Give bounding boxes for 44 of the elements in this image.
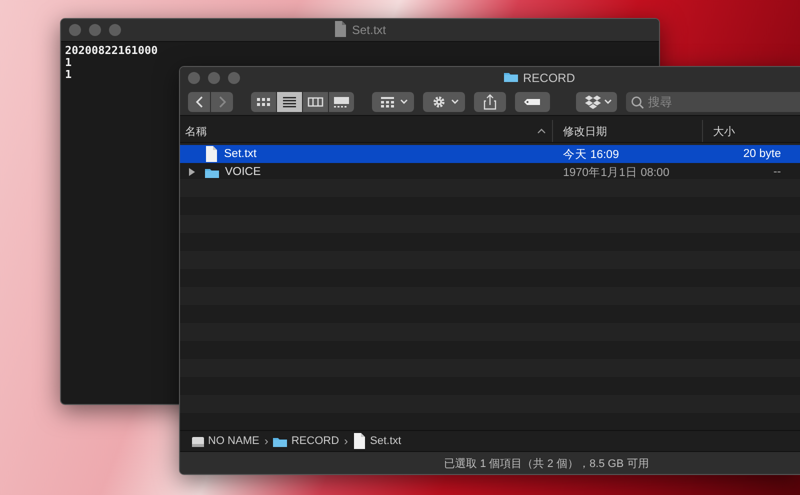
file-row[interactable]: VOICE 1970年1月1日 08:00 -- [180, 163, 800, 181]
document-icon [205, 146, 218, 162]
disclosure-triangle-icon[interactable] [188, 168, 196, 176]
folder-icon [273, 436, 288, 446]
modified-date: 1970年1月1日 08:00 [563, 166, 670, 180]
path-item[interactable]: RECORD [291, 435, 340, 447]
file-size: 20 byte [743, 148, 781, 160]
path-item[interactable]: NO NAME [208, 435, 260, 447]
document-icon [334, 20, 347, 36]
drive-icon [192, 436, 204, 446]
view-mode-button[interactable] [329, 92, 354, 112]
folder-icon [504, 71, 518, 82]
path-item[interactable]: Set.txt [370, 435, 402, 447]
window-title: RECORD [523, 71, 576, 85]
group-button[interactable] [372, 92, 414, 112]
status-text: 已選取 1 個項目（共 2 個），8.5 GB 可用 [180, 451, 800, 474]
file-size: -- [773, 166, 781, 178]
column-header[interactable]: 修改日期 [553, 120, 703, 142]
file-name: VOICE [225, 166, 261, 178]
file-name: Set.txt [224, 148, 257, 160]
file-row[interactable]: Set.txt 今天 16:09 20 byte [180, 145, 800, 163]
share-button[interactable] [474, 92, 506, 112]
window-title: Set.txt [352, 23, 386, 37]
text-line: 1 [65, 57, 72, 69]
search-icon [631, 96, 644, 109]
view-mode-button[interactable] [303, 92, 328, 112]
chevron-right-icon [218, 96, 226, 108]
column-header[interactable]: 名稱 [180, 120, 553, 142]
view-mode-button[interactable] [277, 92, 302, 112]
folder-icon [205, 166, 219, 178]
settings-button[interactable] [423, 92, 465, 112]
search-field[interactable]: 搜尋 [626, 92, 800, 112]
back-button[interactable] [188, 92, 210, 112]
path-separator: › [344, 434, 348, 448]
column-header[interactable]: 大小 [703, 120, 800, 142]
dropbox-button[interactable] [576, 92, 617, 112]
chevron-left-icon [196, 96, 202, 108]
view-mode-button[interactable] [251, 92, 276, 112]
text-line: 1 [65, 69, 72, 81]
text-line: 20200822161000 [65, 45, 158, 57]
tag-button[interactable] [515, 92, 550, 112]
document-icon [353, 433, 366, 449]
path-separator: › [264, 434, 268, 448]
modified-date: 今天 16:09 [563, 148, 619, 162]
